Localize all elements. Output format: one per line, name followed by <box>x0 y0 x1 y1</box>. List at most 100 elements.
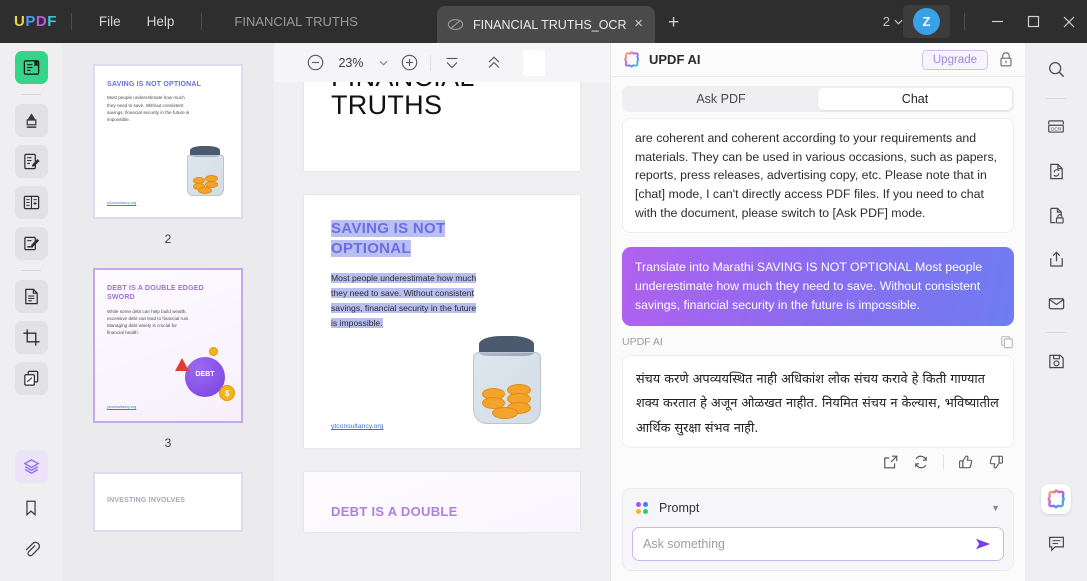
thumbnail-item[interactable]: SAVING IS NOT OPTIONAL Most people under… <box>62 64 274 268</box>
previous-page-button[interactable] <box>479 48 509 78</box>
sidebar-item-layers[interactable] <box>14 450 48 483</box>
thumb-link[interactable]: ytconsultancy.org <box>107 405 136 409</box>
updf-window: U P D F File Help FINANCIAL TRUTHS FINAN… <box>0 0 1087 581</box>
sidebar-item-bookmarks[interactable] <box>15 491 48 524</box>
document-toolbar: 23% <box>274 43 610 82</box>
page-thumbnail-2[interactable]: SAVING IS NOT OPTIONAL Most people under… <box>93 64 243 219</box>
close-button[interactable] <box>1051 0 1087 43</box>
document-page-current[interactable]: SAVING IS NOT OPTIONAL Most people under… <box>304 195 580 448</box>
logo-letter-u: U <box>14 13 26 30</box>
prompt-label: Prompt <box>659 501 700 515</box>
coin-jar-illustration <box>181 145 231 197</box>
thumbnail-item[interactable]: DEBT IS A DOUBLE EDGED SWORD While some … <box>62 268 274 472</box>
thumbnail-panel[interactable]: SAVING IS NOT OPTIONAL Most people under… <box>62 43 274 581</box>
reply-actions <box>622 448 1014 479</box>
chat-bubble-icon <box>1048 536 1064 552</box>
open-in-new-button[interactable] <box>883 454 899 470</box>
doc-body-line4: is impossible. <box>331 318 383 329</box>
minimize-button[interactable] <box>979 0 1015 43</box>
thumbs-down-button[interactable] <box>988 454 1004 470</box>
next-page-title: DEBT IS A DOUBLE <box>331 504 458 519</box>
page-title-line2: TRUTHS <box>331 90 443 121</box>
ask-input-wrapper[interactable] <box>632 527 1004 561</box>
close-icon <box>1063 16 1075 27</box>
assistant-reply-marathi: संचय करणे अपव्ययस्थित नाही अधिकांश लोक स… <box>622 354 1014 449</box>
updf-logo: U P D F <box>14 13 57 30</box>
chat-message-list[interactable]: are coherent and coherent according to y… <box>611 118 1025 518</box>
menu-help[interactable]: Help <box>134 10 188 33</box>
sidebar-item-comment[interactable] <box>14 104 48 137</box>
lock-button[interactable] <box>998 51 1014 68</box>
sidebar-item-crop[interactable] <box>14 321 48 354</box>
toolbar-item-email[interactable] <box>1040 287 1073 320</box>
zoom-level-value[interactable]: 23% <box>330 56 372 70</box>
page-thumbnail-4[interactable]: INVESTING INVOLVES <box>93 472 243 532</box>
document-view[interactable]: FINANCIAL TRUTHS SAVING IS NOT OPTIONAL … <box>274 82 610 581</box>
ai-panel-header: UPDF AI Upgrade <box>611 43 1025 76</box>
toolbar-item-share[interactable] <box>1040 243 1073 276</box>
send-button[interactable] <box>974 536 993 552</box>
toolbar-item-protect[interactable] <box>1040 199 1073 232</box>
new-tab-button[interactable]: + <box>668 13 679 32</box>
user-message: Translate into Marathi SAVING IS NOT OPT… <box>622 247 1014 326</box>
feedback-button[interactable] <box>1040 527 1073 560</box>
page-count-selector[interactable]: 2 <box>883 14 903 29</box>
thumbnail-item[interactable]: INVESTING INVOLVES <box>62 472 274 532</box>
signature-icon <box>23 236 39 251</box>
page-thumbnail-3[interactable]: DEBT IS A DOUBLE EDGED SWORD While some … <box>93 268 243 423</box>
zoom-dropdown-button[interactable] <box>372 48 394 78</box>
sidebar-item-reader[interactable] <box>14 51 48 84</box>
doc-link[interactable]: ytconsultancy.org <box>331 423 383 430</box>
sidebar-item-edit-pdf[interactable] <box>14 145 48 178</box>
updf-ai-button[interactable] <box>1041 484 1071 514</box>
avatar[interactable]: Z <box>913 8 940 35</box>
coin-jar-illustration <box>464 334 552 426</box>
thumb-link[interactable]: ytconsultancy.org <box>107 201 136 205</box>
tab-label: FINANCIAL TRUTHS_OCR <box>473 17 627 32</box>
sidebar-item-sign[interactable] <box>14 227 48 260</box>
sidebar-item-organize[interactable] <box>14 362 48 395</box>
zoom-out-button[interactable] <box>300 48 330 78</box>
refresh-icon <box>915 456 927 469</box>
sidebar-item-form[interactable] <box>14 186 48 219</box>
first-page-button[interactable] <box>437 48 467 78</box>
prompt-box: Prompt ▼ <box>622 488 1014 571</box>
page-number-input[interactable] <box>523 49 545 76</box>
divider <box>70 13 72 30</box>
logo-letter-d: D <box>35 13 48 30</box>
title-bar: U P D F File Help FINANCIAL TRUTHS FINAN… <box>0 0 1087 43</box>
highlighter-icon <box>26 113 36 128</box>
upgrade-button[interactable]: Upgrade <box>921 49 988 70</box>
toolbar-item-save[interactable] <box>1040 345 1073 378</box>
doc-body-line1: Most people underestimate how much <box>331 273 477 283</box>
tab-chat[interactable]: Chat <box>818 88 1012 110</box>
protect-icon <box>1049 207 1064 224</box>
toolbar-item-convert[interactable] <box>1040 155 1073 188</box>
zoom-in-button[interactable] <box>394 48 424 78</box>
right-toolbar-bottom <box>1025 484 1087 571</box>
crop-icon <box>22 329 40 346</box>
regenerate-button[interactable] <box>913 454 929 470</box>
menu-file[interactable]: File <box>86 10 134 33</box>
divider <box>611 76 1025 77</box>
ocr-icon: OCR <box>1048 120 1064 133</box>
first-page-icon <box>446 57 458 68</box>
maximize-button[interactable] <box>1015 0 1051 43</box>
toolbar-item-ocr[interactable]: OCR <box>1040 111 1073 144</box>
thumbs-up-button[interactable] <box>958 454 974 470</box>
ask-something-input[interactable] <box>643 537 974 551</box>
reply-author-label: UPDF AI <box>622 335 663 348</box>
tab-financial-truths-ocr[interactable]: FINANCIAL TRUTHS_OCR × <box>437 6 655 43</box>
copy-button[interactable] <box>1000 335 1014 349</box>
prompt-selector[interactable]: Prompt ▼ <box>632 497 1004 519</box>
lock-icon <box>1000 52 1012 67</box>
sidebar-item-attachments[interactable] <box>15 532 48 565</box>
tab-ask-pdf[interactable]: Ask PDF <box>624 88 818 110</box>
document-page-next[interactable]: DEBT IS A DOUBLE <box>304 472 580 532</box>
divider <box>943 455 944 470</box>
envelope-icon <box>1048 298 1064 310</box>
tab-close-button[interactable]: × <box>632 15 645 34</box>
toolbar-item-search[interactable] <box>1040 53 1073 86</box>
divider <box>964 13 965 30</box>
sidebar-item-ocr[interactable] <box>14 280 48 313</box>
